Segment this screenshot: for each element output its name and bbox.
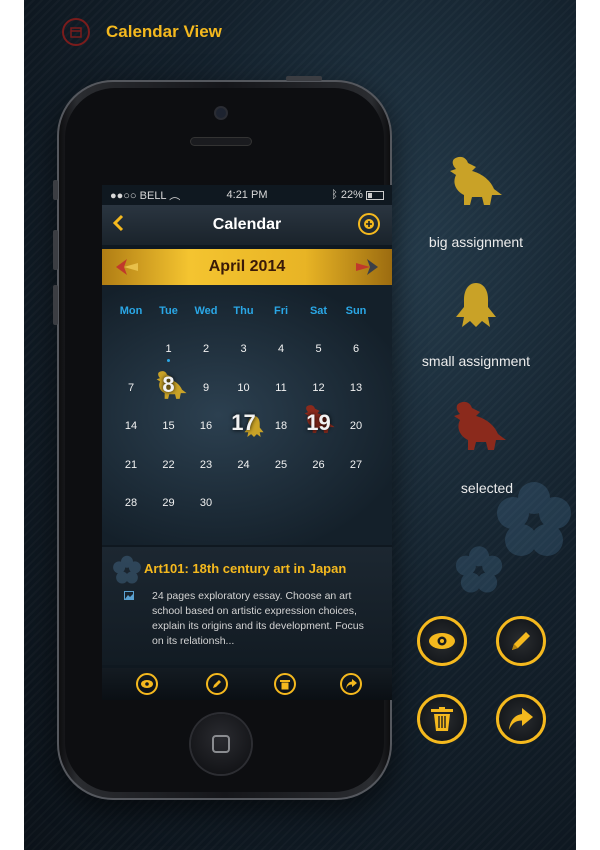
nav-bar: Calendar (102, 205, 392, 245)
delete-large-button[interactable] (417, 694, 467, 744)
add-assignment-button[interactable] (358, 213, 380, 235)
day-cell-5[interactable]: 5 (300, 343, 338, 355)
phone-frame: ●●○○ BELL ︵ 4:21 PM ᛒ 22% Calendar April… (53, 76, 392, 800)
weekday-thu: Thu (233, 305, 254, 317)
page-title: Calendar View (106, 22, 222, 41)
day-cell-8[interactable]: 8 (150, 372, 188, 398)
trash-icon (280, 679, 290, 689)
day-cell-27[interactable]: 27 (337, 459, 375, 471)
assignment-detail[interactable]: Art101: 18th century art in Japan 24 pag… (102, 547, 392, 665)
calendar-grid: Mon Tue Wed Thu Fri Sat Sun 1 2 3 4 5 6 7 8 9 10 11 12 13 14… (102, 285, 392, 545)
selected-icon (454, 401, 506, 450)
day-cell-24[interactable]: 24 (225, 459, 263, 471)
delete-button[interactable] (274, 673, 296, 695)
status-bar: ●●○○ BELL ︵ 4:21 PM ᛒ 22% (102, 185, 392, 205)
image-icon (124, 591, 134, 600)
edit-large-button[interactable] (496, 616, 546, 666)
day-cell-19[interactable]: 19 (300, 410, 338, 436)
front-camera (216, 108, 226, 118)
day-cell-4[interactable]: 4 (262, 343, 300, 355)
day-cell-9[interactable]: 9 (187, 382, 225, 394)
earpiece-speaker (191, 138, 251, 145)
event-dot (167, 359, 170, 362)
day-cell-6[interactable]: 6 (337, 343, 375, 355)
weekday-sun: Sun (345, 305, 367, 317)
selected-label: selected (460, 480, 514, 496)
volume-down-button (53, 285, 58, 325)
day-cell-14[interactable]: 14 (112, 420, 150, 432)
day-cell-15[interactable]: 15 (150, 420, 188, 432)
day-cell-20[interactable]: 20 (337, 420, 375, 432)
view-button[interactable] (136, 673, 158, 695)
pencil-icon (512, 632, 530, 650)
trash-icon (431, 707, 453, 731)
day-cell-13[interactable]: 13 (337, 382, 375, 394)
flower-decoration (113, 555, 141, 584)
day-cell-10[interactable]: 10 (225, 382, 263, 394)
weekday-tue: Tue (159, 305, 178, 317)
action-toolbar (102, 668, 392, 700)
mute-switch (53, 180, 58, 200)
small-assignment-label: small assignment (421, 353, 531, 369)
pencil-icon (213, 680, 221, 688)
eye-icon (141, 680, 153, 688)
calendar-icon (62, 18, 90, 46)
next-month-button[interactable] (356, 259, 378, 275)
page-header: Calendar View (62, 18, 222, 46)
battery-icon (366, 190, 384, 200)
screen-title: Calendar (212, 216, 282, 233)
volume-up-button (53, 230, 58, 270)
phone-screen: ●●○○ BELL ︵ 4:21 PM ᛒ 22% Calendar April… (102, 185, 392, 700)
day-cell-12[interactable]: 12 (300, 382, 338, 394)
edit-button[interactable] (206, 673, 228, 695)
flower-decoration (455, 546, 503, 593)
power-button (286, 76, 322, 81)
assignment-description: 24 pages exploratory essay. Choose an ar… (152, 590, 364, 647)
day-cell-21[interactable]: 21 (112, 459, 150, 471)
share-button[interactable] (340, 673, 362, 695)
assignment-title: Art101: 18th century art in Japan (144, 561, 347, 576)
day-cell-17[interactable]: 17 (225, 410, 263, 436)
day-cell-26[interactable]: 26 (300, 459, 338, 471)
weekday-mon: Mon (119, 305, 143, 317)
day-cell-30[interactable]: 30 (187, 497, 225, 509)
month-bar: April 2014 (102, 249, 392, 285)
month-label: April 2014 (208, 258, 286, 275)
day-cell-16[interactable]: 16 (187, 420, 225, 432)
day-cell-1[interactable]: 1 (150, 343, 188, 355)
day-cell-22[interactable]: 22 (150, 459, 188, 471)
day-cell-18[interactable]: 18 (262, 420, 300, 432)
day-cell-23[interactable]: 23 (187, 459, 225, 471)
small-assignment-icon (456, 283, 496, 327)
weekday-fri: Fri (273, 305, 289, 317)
day-cell-3[interactable]: 3 (225, 343, 263, 355)
eye-icon (429, 633, 455, 649)
showcase-panel: Calendar View ●●○○ BELL ︵ 4:21 PM ᛒ 22% … (24, 0, 576, 850)
home-button[interactable] (191, 714, 251, 774)
day-cell-7[interactable]: 7 (112, 382, 150, 394)
day-cell-11[interactable]: 11 (262, 382, 300, 394)
clock-label: 4:21 PM (226, 189, 268, 201)
big-assignment-label: big assignment (428, 234, 524, 250)
day-cell-2[interactable]: 2 (187, 343, 225, 355)
share-icon (509, 708, 533, 730)
day-cell-28[interactable]: 28 (112, 497, 150, 509)
day-cell-29[interactable]: 29 (150, 497, 188, 509)
weekday-sat: Sat (309, 305, 328, 317)
big-assignment-icon (450, 156, 502, 205)
weekday-wed: Wed (194, 305, 218, 317)
share-icon (345, 679, 357, 689)
day-cell-25[interactable]: 25 (262, 459, 300, 471)
view-large-button[interactable] (417, 616, 467, 666)
share-large-button[interactable] (496, 694, 546, 744)
